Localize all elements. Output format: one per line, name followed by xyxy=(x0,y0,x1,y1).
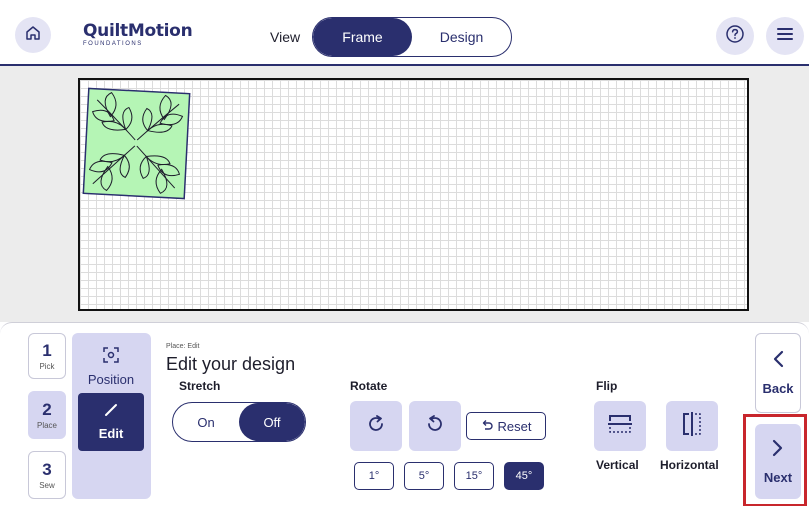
rotate-label: Rotate xyxy=(350,379,388,393)
rotate-clockwise-icon xyxy=(365,413,387,440)
canvas-area xyxy=(0,66,809,322)
app-header: X QuiltMotion FOUNDATIONS View Frame Des… xyxy=(0,0,809,66)
position-label: Position xyxy=(87,372,135,387)
stretch-off-option[interactable]: Off xyxy=(239,403,305,441)
step-number: 1 xyxy=(42,340,52,360)
chevron-left-icon xyxy=(772,350,784,373)
edit-substep[interactable]: Edit xyxy=(78,393,144,451)
help-button[interactable] xyxy=(716,17,754,55)
stretch-label: Stretch xyxy=(179,379,221,393)
next-button[interactable]: Next xyxy=(755,424,801,499)
view-design-option[interactable]: Design xyxy=(412,18,511,56)
flip-vertical-button[interactable] xyxy=(594,401,646,451)
rotate-clockwise-button[interactable] xyxy=(350,401,402,451)
next-label: Next xyxy=(763,469,793,485)
view-label: View xyxy=(270,29,301,45)
menu-button[interactable] xyxy=(766,17,804,55)
flip-horizontal-icon xyxy=(681,411,703,442)
panel-title: Edit your design xyxy=(166,354,296,374)
edit-label: Edit xyxy=(98,426,124,441)
quilt-block-pattern xyxy=(82,87,191,200)
home-button[interactable] xyxy=(15,17,51,53)
rotate-counterclockwise-icon xyxy=(424,413,446,440)
undo-icon xyxy=(481,419,493,434)
logo-subtext: FOUNDATIONS xyxy=(83,41,143,47)
rotate-counterclockwise-button[interactable] xyxy=(409,401,461,451)
breadcrumb: Place: Edit xyxy=(166,343,200,350)
position-icon xyxy=(103,347,119,368)
substep-column: Position Edit xyxy=(72,333,151,499)
quilt-frame[interactable] xyxy=(78,78,749,311)
step-place[interactable]: 2 Place xyxy=(28,391,66,439)
flip-horizontal-label: Horizontal xyxy=(660,458,719,472)
pencil-icon xyxy=(104,403,118,422)
back-button[interactable]: Back xyxy=(755,333,801,413)
rotate-45-degree-button[interactable]: 45° xyxy=(504,462,544,490)
rotate-1-degree-button[interactable]: 1° xyxy=(354,462,394,490)
chevron-right-icon xyxy=(772,439,784,462)
step-sew[interactable]: 3 Sew xyxy=(28,451,66,499)
position-substep[interactable]: Position xyxy=(78,341,144,393)
step-label: Pick xyxy=(39,361,55,371)
flip-horizontal-button[interactable] xyxy=(666,401,718,451)
view-frame-option[interactable]: Frame xyxy=(313,18,412,56)
flip-label: Flip xyxy=(596,379,618,393)
next-highlight-box: Next xyxy=(743,414,807,506)
rotate-15-degree-button[interactable]: 15° xyxy=(454,462,494,490)
back-label: Back xyxy=(762,381,794,396)
app-logo: X QuiltMotion FOUNDATIONS xyxy=(83,17,193,55)
logo-text: QuiltMotion xyxy=(83,21,193,41)
stretch-on-option[interactable]: On xyxy=(173,403,239,441)
stretch-toggle: On Off xyxy=(172,402,306,442)
rotate-5-degree-button[interactable]: 5° xyxy=(404,462,444,490)
flip-vertical-icon xyxy=(607,413,633,440)
step-number: 2 xyxy=(42,399,52,419)
help-icon xyxy=(725,24,745,49)
edit-panel: 1 Pick 2 Place 3 Sew Position Edit Place… xyxy=(0,322,809,506)
step-pick[interactable]: 1 Pick xyxy=(28,333,66,379)
step-label: Place xyxy=(36,420,57,430)
step-number: 3 xyxy=(42,459,52,479)
view-toggle: Frame Design xyxy=(312,17,512,57)
reset-label: Reset xyxy=(497,418,532,434)
reset-rotation-button[interactable]: Reset xyxy=(466,412,546,440)
flip-vertical-label: Vertical xyxy=(596,458,639,472)
step-label: Sew xyxy=(39,480,55,490)
hamburger-menu-icon xyxy=(776,27,794,46)
home-icon xyxy=(24,24,42,47)
quilt-design[interactable] xyxy=(82,87,191,200)
